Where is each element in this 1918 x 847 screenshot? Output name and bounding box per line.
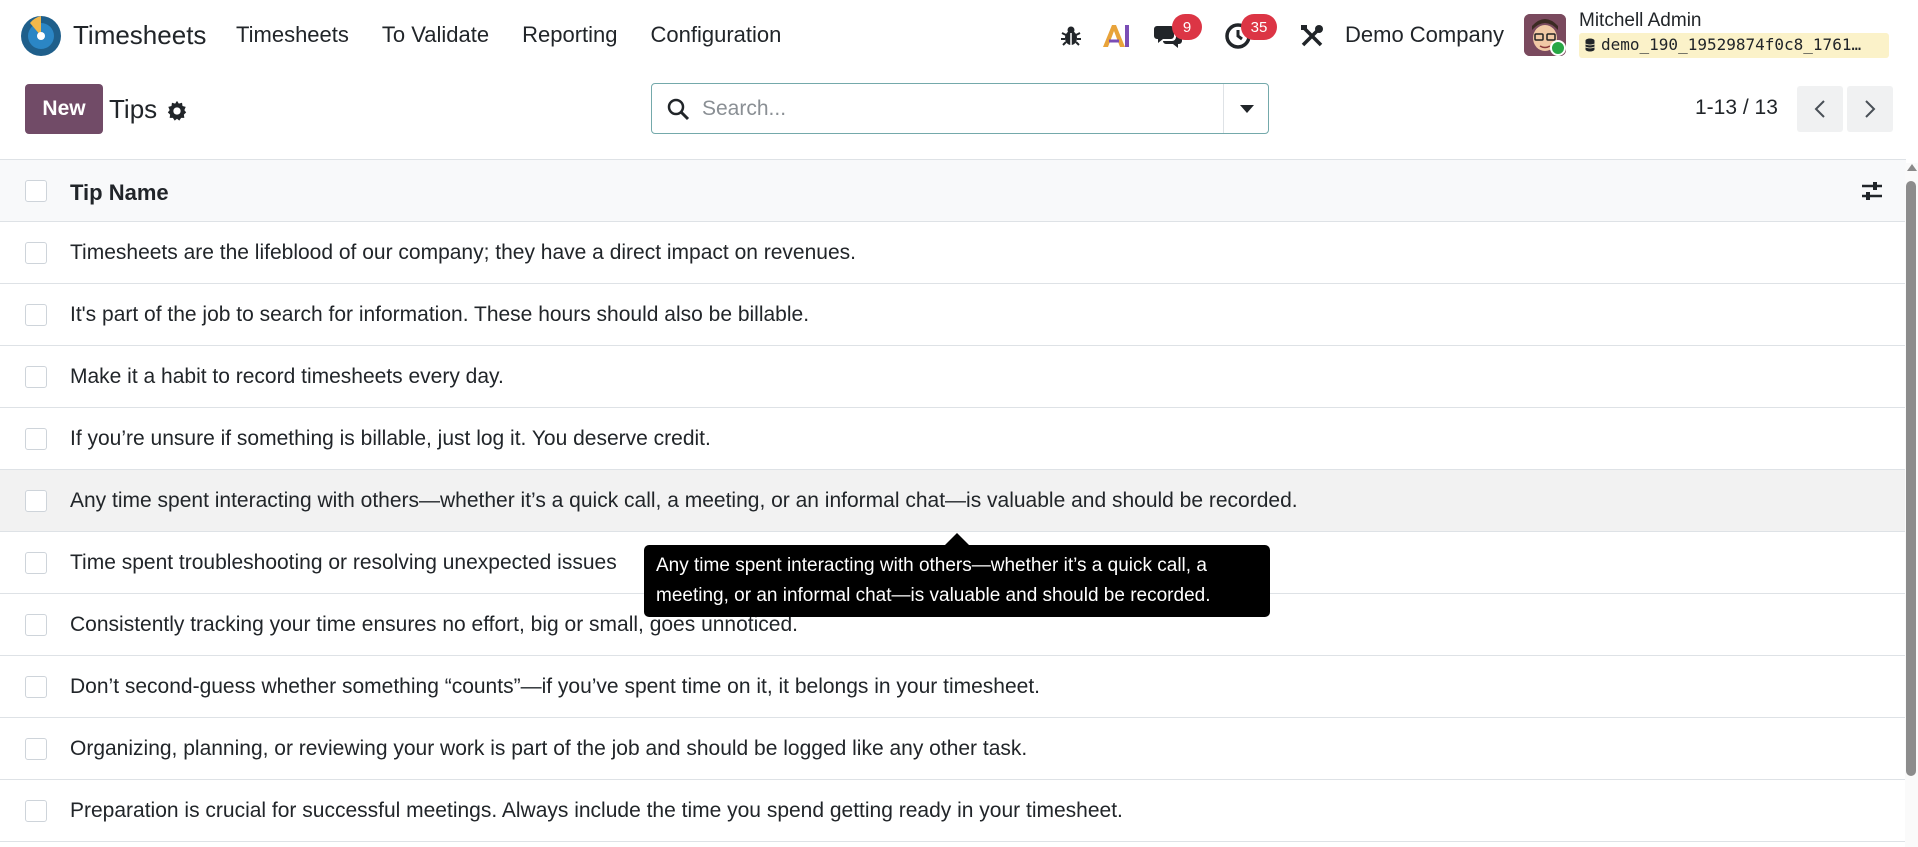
app-logo-icon[interactable] [20, 15, 62, 57]
database-icon [1585, 38, 1595, 52]
new-button[interactable]: New [25, 84, 103, 134]
scroll-up-arrow-icon[interactable] [1907, 164, 1917, 171]
table-row[interactable]: Timesheets are the lifeblood of our comp… [0, 222, 1906, 284]
tooltip-arrow [945, 533, 969, 545]
tip-name-cell: Don’t second-guess whether something “co… [70, 675, 1040, 698]
tools-icon [1301, 25, 1323, 47]
row-checkbox[interactable] [25, 552, 47, 574]
table-row[interactable]: Don’t second-guess whether something “co… [0, 656, 1906, 718]
table-row-hovered[interactable]: Any time spent interacting with others—w… [0, 470, 1906, 532]
row-checkbox[interactable] [25, 304, 47, 326]
debug-button[interactable] [1055, 20, 1087, 52]
row-checkbox[interactable] [25, 428, 47, 450]
activities-badge: 35 [1241, 14, 1277, 40]
search-input[interactable] [702, 94, 1202, 124]
chevron-left-icon [1814, 100, 1825, 118]
list-header: Tip Name [0, 159, 1906, 222]
main-menu: Timesheets To Validate Reporting Configu… [236, 22, 814, 48]
menu-item-reporting[interactable]: Reporting [522, 22, 617, 48]
settings-tools-button[interactable] [1296, 20, 1328, 52]
online-status-dot [1550, 40, 1566, 56]
menu-item-configuration[interactable]: Configuration [651, 22, 782, 48]
tooltip-line: meeting, or an informal chat—is valuable… [656, 585, 1211, 606]
tip-name-cell: Organizing, planning, or reviewing your … [70, 737, 1028, 760]
tip-name-cell: Preparation is crucial for successful me… [70, 799, 1123, 822]
database-name: demo_190_19529874f0c8_1761… [1601, 35, 1862, 54]
tips-list: Tip Name Timesheets are the lifeblood of… [0, 159, 1906, 842]
app-name[interactable]: Timesheets [73, 20, 206, 51]
chevron-right-icon [1865, 100, 1876, 118]
search-bar [651, 83, 1269, 134]
tip-name-cell: It's part of the job to search for infor… [70, 303, 810, 326]
search-icon [667, 98, 690, 121]
tip-name-cell: Make it a habit to record timesheets eve… [70, 365, 504, 388]
top-navbar: Timesheets Timesheets To Validate Report… [0, 0, 1918, 72]
menu-item-timesheets[interactable]: Timesheets [236, 22, 349, 48]
row-checkbox[interactable] [25, 490, 47, 512]
tip-name-cell: If you’re unsure if something is billabl… [70, 427, 711, 450]
table-row[interactable]: If you’re unsure if something is billabl… [0, 408, 1906, 470]
tip-name-cell: Time spent troubleshooting or resolving … [70, 551, 617, 574]
row-checkbox[interactable] [25, 366, 47, 388]
scrollbar-thumb[interactable] [1906, 181, 1916, 776]
row-tooltip: Any time spent interacting with others—w… [644, 545, 1270, 617]
table-row[interactable]: Organizing, planning, or reviewing your … [0, 718, 1906, 780]
ai-button[interactable] [1100, 20, 1132, 52]
select-all-checkbox[interactable] [25, 180, 47, 202]
column-header-tip-name[interactable]: Tip Name [70, 180, 169, 206]
pager-next-button[interactable] [1847, 86, 1893, 132]
page-title: Tips [109, 94, 158, 124]
table-row[interactable]: It's part of the job to search for infor… [0, 284, 1906, 346]
gear-icon[interactable] [166, 100, 188, 122]
sliders-icon[interactable] [1860, 179, 1884, 203]
pager-previous-button[interactable] [1797, 86, 1843, 132]
user-name[interactable]: Mitchell Admin [1579, 10, 1702, 32]
search-options-toggle[interactable] [1223, 84, 1269, 133]
table-row[interactable]: Make it a habit to record timesheets eve… [0, 346, 1906, 408]
row-checkbox[interactable] [25, 614, 47, 636]
messages-badge: 9 [1172, 14, 1202, 40]
company-switcher[interactable]: Demo Company [1345, 22, 1504, 48]
tip-name-cell: Timesheets are the lifeblood of our comp… [70, 241, 856, 264]
row-checkbox[interactable] [25, 738, 47, 760]
menu-item-to-validate[interactable]: To Validate [382, 22, 489, 48]
database-chip[interactable]: demo_190_19529874f0c8_1761… [1579, 33, 1889, 58]
ai-icon [1103, 25, 1129, 47]
tooltip-line: Any time spent interacting with others—w… [656, 555, 1207, 576]
bug-icon [1061, 26, 1081, 46]
table-row[interactable]: Preparation is crucial for successful me… [0, 780, 1906, 842]
tip-name-cell: Any time spent interacting with others—w… [70, 489, 1298, 512]
caret-down-icon [1239, 104, 1254, 113]
row-checkbox[interactable] [25, 800, 47, 822]
row-checkbox[interactable] [25, 242, 47, 264]
pager-value[interactable]: 1-13 / 13 [1695, 96, 1778, 120]
row-checkbox[interactable] [25, 676, 47, 698]
